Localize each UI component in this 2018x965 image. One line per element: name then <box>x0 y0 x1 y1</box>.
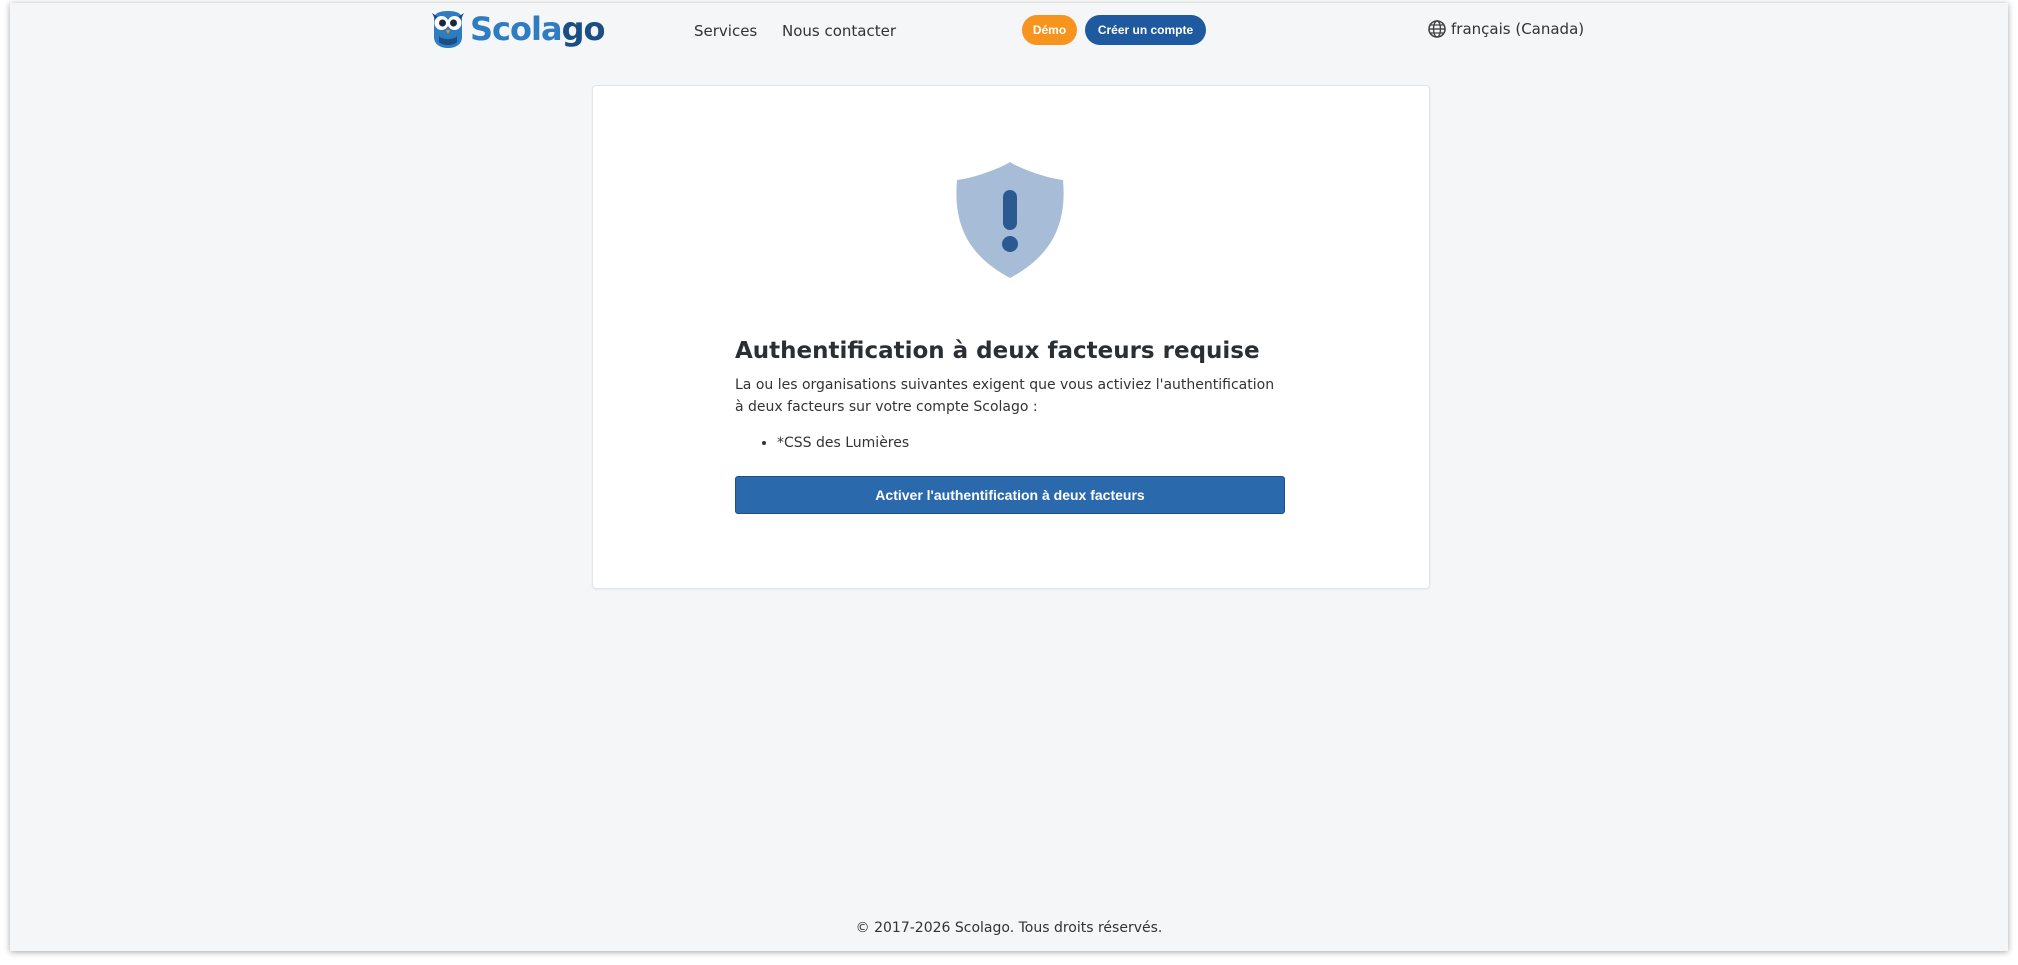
organization-list: *CSS des Lumières <box>735 432 1285 454</box>
organization-item: *CSS des Lumières <box>777 432 1285 454</box>
language-selector[interactable]: français (Canada) <box>1428 20 1584 38</box>
logo-text-scola: Scola <box>470 10 563 48</box>
description-text: La ou les organisations suivantes exigen… <box>735 377 1275 415</box>
nav-services-link[interactable]: Services <box>694 21 757 41</box>
two-factor-card: Authentification à deux facteurs requise… <box>592 85 1430 589</box>
card-content: Authentification à deux facteurs requise… <box>735 336 1285 454</box>
footer-copyright: © 2017-2026 Scolago. Tous droits réservé… <box>855 920 1163 936</box>
logo-wordmark: Scolago <box>470 9 606 49</box>
browser-window: Scolago Services Nous contacter Démo Cré… <box>10 3 2008 951</box>
scolago-logo[interactable]: Scolago <box>430 9 606 49</box>
language-label: français (Canada) <box>1451 20 1585 38</box>
logo-text-go: go <box>561 10 606 48</box>
owl-logo-icon <box>432 11 464 48</box>
activate-two-factor-button[interactable]: Activer l'authentification à deux facteu… <box>735 476 1285 514</box>
demo-button[interactable]: Démo <box>1022 15 1077 45</box>
page-title: Authentification à deux facteurs requise <box>735 338 1260 364</box>
globe-icon <box>1428 20 1446 38</box>
create-account-button[interactable]: Créer un compte <box>1085 15 1206 45</box>
nav-contact-link[interactable]: Nous contacter <box>782 21 896 41</box>
shield-exclamation-icon <box>956 162 1064 278</box>
